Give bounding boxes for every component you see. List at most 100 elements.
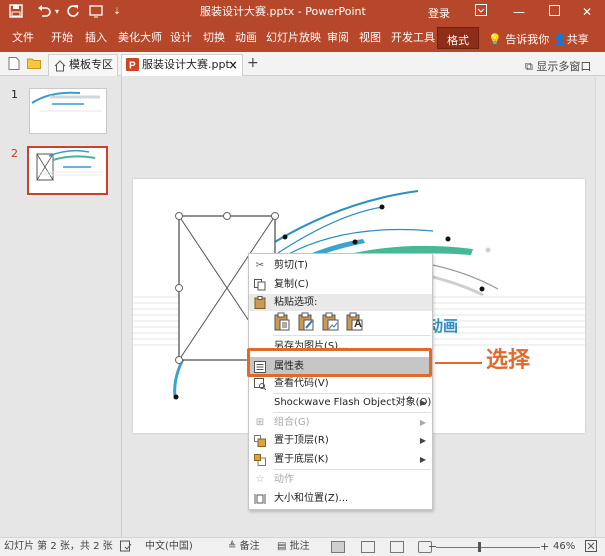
menu-item-send-to-back-label: 置于底层(K) <box>274 454 329 465</box>
tab-developer[interactable]: 开发工具 <box>391 31 435 45</box>
menu-item-cut-label: 剪切(T) <box>274 260 308 271</box>
callout-label: 选择 <box>486 348 531 373</box>
home-icon <box>54 59 66 79</box>
slide-thumbnail-2[interactable] <box>27 146 108 195</box>
menu-item-copy[interactable]: 复制(C) <box>249 275 432 294</box>
bring-to-front-icon <box>254 435 266 447</box>
share-button[interactable]: 👤共享 <box>553 31 589 47</box>
tab-home[interactable]: 开始 <box>51 31 73 45</box>
spell-check-icon[interactable] <box>120 538 132 556</box>
fit-to-window-icon[interactable] <box>585 538 597 556</box>
slide-sorter-view-icon[interactable] <box>361 541 375 553</box>
menu-item-cut[interactable]: ✂ 剪切(T) <box>249 256 432 275</box>
login-button[interactable]: 登录 <box>428 5 450 21</box>
submenu-arrow-icon: ▶ <box>419 398 426 407</box>
tell-me-label: 告诉我你 <box>505 33 550 46</box>
slide-thumbnail-1[interactable] <box>29 88 107 134</box>
view-code-icon <box>254 378 267 391</box>
reading-view-icon[interactable] <box>390 541 404 553</box>
status-bar: 幻灯片 第 2 张，共 2 张 中文(中国) ≜ 备注 ▤ 批注 − + 46% <box>0 537 605 556</box>
tab-view[interactable]: 视图 <box>359 31 381 45</box>
copy-icon <box>254 279 266 291</box>
open-folder-icon[interactable] <box>27 57 41 70</box>
tab-beautify[interactable]: 美化大师 <box>118 31 162 45</box>
submenu-arrow-icon: ▶ <box>419 418 426 427</box>
tell-me-box[interactable]: 💡 告诉我你 <box>488 31 549 47</box>
send-to-back-icon <box>254 454 266 466</box>
menu-item-flash-object[interactable]: Shockwave Flash Object对象(O) ▶ <box>249 393 432 412</box>
ribbon-options-icon[interactable] <box>472 3 490 21</box>
vertical-scrollbar[interactable] <box>595 77 605 537</box>
selection-highlight-box <box>247 348 432 377</box>
paste-options-label: 粘贴选项: <box>274 297 318 308</box>
close-tab-icon[interactable]: × <box>228 55 238 75</box>
context-menu: ✂ 剪切(T) 复制(C) 粘贴选项: A 另存为图片(S)... 属性表 查看… <box>248 253 433 510</box>
menu-item-bring-to-front-label: 置于顶层(R) <box>274 435 329 446</box>
tab-transitions[interactable]: 切换 <box>203 31 225 45</box>
menu-item-send-to-back[interactable]: 置于底层(K) ▶ <box>249 450 432 469</box>
ribbon-tabs: 文件 开始 插入 美化大师 设计 切换 动画 幻灯片放映 审阅 视图 开发工具 … <box>0 25 605 52</box>
zoom-in-button[interactable]: + <box>540 538 549 556</box>
save-icon[interactable] <box>8 4 24 20</box>
cut-icon: ✂ <box>255 260 265 271</box>
notes-label: 备注 <box>239 541 260 552</box>
windows-icon: ⧉ <box>525 60 533 73</box>
title-bar: ▾ ⇣ 服装设计大赛.pptx - PowerPoint 登录 — ✕ <box>0 0 605 25</box>
paste-options-header: 粘贴选项: <box>249 294 432 311</box>
tab-format-label: 格式 <box>447 34 469 47</box>
customize-icon[interactable]: ⇣ <box>112 4 122 20</box>
menu-item-action-label: 动作 <box>274 474 294 485</box>
menu-item-copy-label: 复制(C) <box>274 279 309 290</box>
maximize-icon[interactable] <box>545 3 563 21</box>
tab-design[interactable]: 设计 <box>170 31 192 45</box>
new-document-icon[interactable] <box>8 57 21 70</box>
multi-window-button[interactable]: ⧉ 显示多窗口 <box>525 58 591 74</box>
normal-view-icon[interactable] <box>331 541 345 553</box>
new-tab-button[interactable]: + <box>247 56 259 70</box>
slide-thumbnail-2-preview <box>36 149 103 181</box>
tab-review[interactable]: 审阅 <box>327 31 349 45</box>
paste-use-destination-icon[interactable] <box>274 312 292 332</box>
zoom-slider-thumb[interactable] <box>478 542 481 552</box>
undo-icon[interactable] <box>36 4 52 20</box>
tab-template-zone[interactable]: 模板专区 <box>48 54 118 76</box>
person-icon: 👤 <box>553 33 567 46</box>
comments-button[interactable]: ▤ 批注 <box>277 538 310 556</box>
start-from-beginning-icon[interactable] <box>88 4 104 20</box>
tab-document[interactable]: P 服装设计大赛.pptx × <box>121 54 243 76</box>
paste-icon <box>254 296 266 312</box>
action-icon: ☆ <box>255 474 265 485</box>
menu-item-bring-to-front[interactable]: 置于顶层(R) ▶ <box>249 431 432 450</box>
paste-text-only-icon[interactable]: A <box>346 312 364 332</box>
tab-template-zone-label: 模板专区 <box>69 58 113 71</box>
share-label: 共享 <box>566 33 589 46</box>
thumbnail-number-2: 2 <box>11 147 18 160</box>
svg-text:P: P <box>129 61 136 72</box>
menu-item-flash-object-label: Shockwave Flash Object对象(O) <box>274 397 432 408</box>
group-icon: ⊞ <box>255 417 265 428</box>
tab-slideshow[interactable]: 幻灯片放映 <box>266 31 321 45</box>
tab-animations[interactable]: 动画 <box>235 31 257 45</box>
callout-line <box>435 362 482 364</box>
submenu-arrow-icon: ▶ <box>419 455 426 464</box>
notes-button[interactable]: ≜ 备注 <box>228 538 260 556</box>
minimize-icon[interactable]: — <box>510 3 528 21</box>
close-icon[interactable]: ✕ <box>578 3 596 21</box>
slide-counter: 幻灯片 第 2 张，共 2 张 <box>4 541 113 552</box>
slide-thumbnail-1-preview <box>31 91 102 112</box>
size-position-icon <box>254 493 266 505</box>
tab-file[interactable]: 文件 <box>12 31 34 45</box>
paste-keep-source-icon[interactable] <box>298 312 316 332</box>
comments-label: 批注 <box>289 541 310 552</box>
undo-dropdown-icon[interactable]: ▾ <box>53 4 61 20</box>
redo-icon[interactable] <box>65 4 81 20</box>
zoom-slider[interactable] <box>436 547 540 548</box>
language-indicator[interactable]: 中文(中国) <box>145 538 193 556</box>
paste-picture-icon[interactable] <box>322 312 340 332</box>
paste-text-only-letter: A <box>354 318 362 330</box>
tab-format[interactable]: 格式 <box>437 27 479 49</box>
zoom-level[interactable]: 46% <box>553 538 575 556</box>
menu-item-group: ⊞ 组合(G) ▶ <box>249 413 432 432</box>
tab-insert[interactable]: 插入 <box>85 31 107 45</box>
menu-item-size-position[interactable]: 大小和位置(Z)... <box>249 489 432 508</box>
